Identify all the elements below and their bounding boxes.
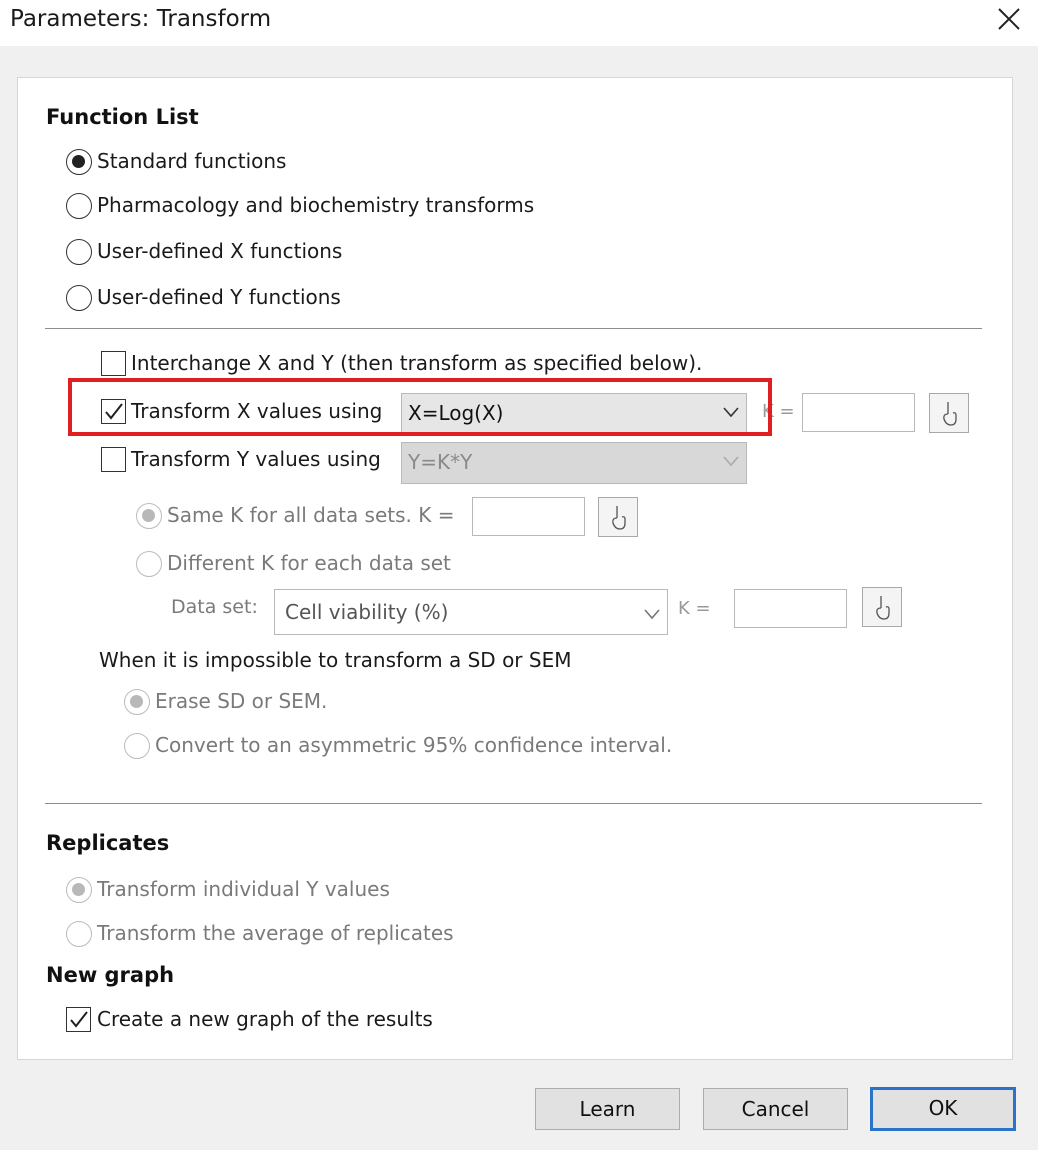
hand-pointer-icon bbox=[612, 506, 626, 530]
user-defined-x-label[interactable]: User-defined X functions bbox=[97, 239, 342, 263]
divider-bottom bbox=[45, 803, 982, 804]
radio-pharmacology-transforms[interactable] bbox=[66, 193, 92, 219]
radio-standard-functions[interactable] bbox=[66, 149, 92, 175]
transform-individual-label[interactable]: Transform individual Y values bbox=[97, 877, 390, 901]
standard-functions-label[interactable]: Standard functions bbox=[97, 149, 286, 173]
interchange-label[interactable]: Interchange X and Y (then transform as s… bbox=[131, 351, 702, 375]
close-icon[interactable] bbox=[996, 6, 1022, 32]
transform-y-checkbox[interactable] bbox=[101, 447, 126, 472]
replicates-heading: Replicates bbox=[46, 831, 170, 855]
dataset-label: Data set: bbox=[171, 596, 258, 618]
x-k-input[interactable] bbox=[802, 393, 915, 432]
transform-y-function-value: Y=K*Y bbox=[408, 450, 473, 474]
x-k-pick-button[interactable] bbox=[929, 393, 969, 433]
radio-convert-ci[interactable] bbox=[124, 733, 150, 759]
dataset-value: Cell viability (%) bbox=[285, 600, 449, 624]
hand-pointer-icon bbox=[876, 596, 890, 620]
dataset-select[interactable]: Cell viability (%) bbox=[274, 589, 668, 635]
radio-different-k[interactable] bbox=[136, 551, 162, 577]
radio-user-defined-x[interactable] bbox=[66, 239, 92, 265]
dataset-k-input[interactable] bbox=[734, 589, 847, 628]
function-list-heading: Function List bbox=[46, 105, 199, 129]
learn-button[interactable]: Learn bbox=[535, 1088, 680, 1130]
radio-same-k[interactable] bbox=[136, 503, 162, 529]
same-k-label[interactable]: Same K for all data sets. K = bbox=[167, 503, 455, 527]
cancel-button[interactable]: Cancel bbox=[703, 1088, 848, 1130]
hand-pointer-icon bbox=[943, 402, 957, 426]
chevron-down-icon bbox=[723, 456, 739, 467]
radio-transform-average[interactable] bbox=[66, 921, 92, 947]
impossible-heading: When it is impossible to transform a SD … bbox=[99, 648, 572, 672]
user-defined-y-label[interactable]: User-defined Y functions bbox=[97, 285, 341, 309]
same-k-input[interactable] bbox=[472, 497, 585, 536]
create-graph-label[interactable]: Create a new graph of the results bbox=[97, 1007, 433, 1031]
pharmacology-transforms-label[interactable]: Pharmacology and biochemistry transforms bbox=[97, 193, 534, 217]
window-title: Parameters: Transform bbox=[10, 6, 272, 32]
different-k-label[interactable]: Different K for each data set bbox=[167, 551, 451, 575]
radio-erase-sd[interactable] bbox=[124, 689, 150, 715]
divider-top bbox=[45, 328, 982, 329]
transform-y-function-select[interactable]: Y=K*Y bbox=[401, 442, 747, 484]
new-graph-heading: New graph bbox=[46, 963, 175, 987]
ok-button[interactable]: OK bbox=[870, 1087, 1016, 1131]
transform-x-highlight-box bbox=[68, 378, 772, 436]
radio-transform-individual[interactable] bbox=[66, 877, 92, 903]
erase-sd-label[interactable]: Erase SD or SEM. bbox=[155, 689, 327, 713]
transform-y-label[interactable]: Transform Y values using bbox=[131, 447, 381, 471]
chevron-down-icon bbox=[644, 609, 660, 620]
dataset-k-pick-button[interactable] bbox=[862, 587, 902, 627]
radio-user-defined-y[interactable] bbox=[66, 285, 92, 311]
transform-average-label[interactable]: Transform the average of replicates bbox=[97, 921, 454, 945]
same-k-pick-button[interactable] bbox=[598, 497, 638, 537]
create-graph-checkbox[interactable] bbox=[66, 1007, 91, 1032]
dataset-k-label: K = bbox=[678, 598, 711, 619]
interchange-checkbox[interactable] bbox=[101, 351, 126, 376]
convert-ci-label[interactable]: Convert to an asymmetric 95% confidence … bbox=[155, 733, 672, 757]
checkmark-icon bbox=[70, 1011, 88, 1028]
